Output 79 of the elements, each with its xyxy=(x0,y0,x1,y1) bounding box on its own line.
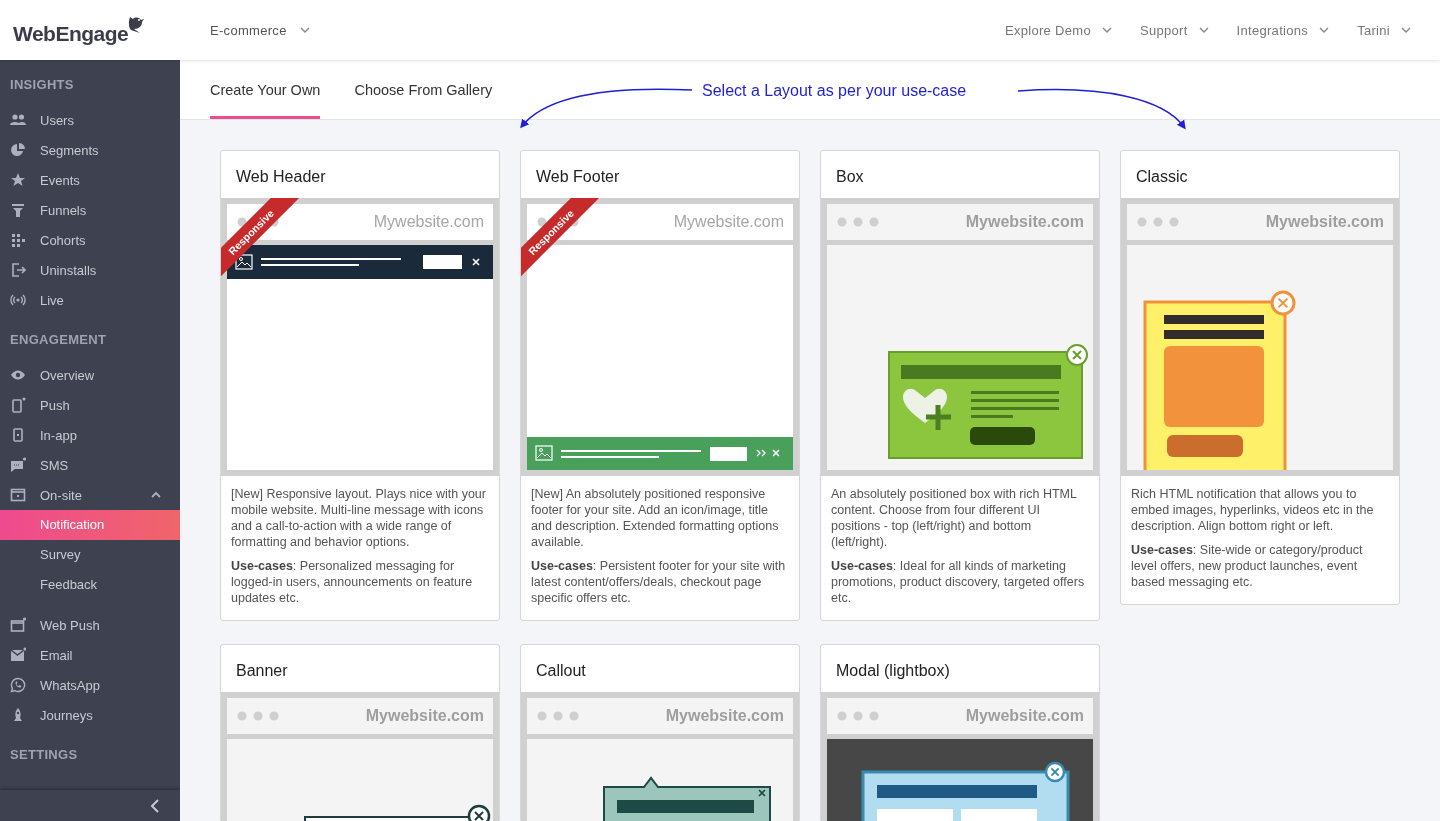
sidebar-item[interactable]: Segments xyxy=(0,135,180,165)
card-title: Web Header xyxy=(235,167,327,187)
annotation-text: Select a Layout as per your use-case xyxy=(702,82,967,100)
layout-card[interactable]: Modal (lightbox) Mywebsite.com xyxy=(820,644,1100,821)
card-description: [New] Responsive layout. Plays nice with your mobile website. Multi-line message with icons and a call-to-action with a wide range of formatting and behavior options. xyxy=(231,486,487,550)
nav-menu-item[interactable]: Integrations xyxy=(1236,22,1331,38)
tab[interactable]: Choose From Gallery xyxy=(354,60,493,119)
grid-icon xyxy=(10,232,26,248)
card-title: Banner xyxy=(235,661,289,681)
window-dots-icon xyxy=(237,711,279,721)
logo[interactable]: WebEngage xyxy=(13,14,210,46)
card-description: [New] An absolutely positioned responsive footer for your site. Add an icon/image, title and description. Extended formatting options available. xyxy=(531,486,780,550)
nav-menu-item[interactable]: Explore Demo xyxy=(1004,22,1113,38)
card-title: Modal (lightbox) xyxy=(835,661,951,681)
section-heading: INSIGHTS xyxy=(9,76,75,94)
project-dropdown[interactable]: E-commerce xyxy=(210,22,311,38)
sidebar-subitem[interactable]: Notification xyxy=(0,510,180,540)
sidebar-item[interactable]: WhatsApp xyxy=(0,670,180,700)
sidebar-item[interactable]: Overview xyxy=(0,360,180,390)
envelope-icon xyxy=(10,647,26,663)
sidebar-subitem[interactable]: Survey xyxy=(0,540,180,570)
layout-card[interactable] xyxy=(220,150,500,621)
card-title: Web Footer xyxy=(535,167,621,187)
card-title: Callout xyxy=(535,661,587,681)
card-description: Rich HTML notification that allows you to embed images, hyperlinks, videos etc in the description. Align bottom right or left. xyxy=(1131,486,1375,534)
sidebar-item[interactable]: Events xyxy=(0,165,180,195)
logo-text: WebEngage xyxy=(13,21,129,46)
phone-icon xyxy=(10,427,26,443)
phone-icon xyxy=(10,397,26,413)
sidebar-item[interactable]: In-app xyxy=(0,420,180,450)
chat-bubble-icon xyxy=(10,677,26,693)
sidebar-item[interactable]: Live xyxy=(0,285,180,315)
sidebar-item[interactable]: Uninstalls xyxy=(0,255,180,285)
sidebar-item[interactable]: SMS xyxy=(0,450,180,480)
people-icon xyxy=(10,112,26,128)
window-dots-icon xyxy=(537,711,579,721)
tab[interactable]: Create Your Own xyxy=(210,60,321,119)
use-cases-text: Use-cases: Ideal for all kinds of marketing promotions, product discovery, targeted offers etc. xyxy=(831,558,1086,606)
exit-icon xyxy=(10,262,26,278)
site-url: Mywebsite.com xyxy=(1265,213,1384,231)
nav-menu-item[interactable]: Support xyxy=(1139,22,1210,38)
card-description: An absolutely positioned box with rich HTML content. Choose from four different UI positions - top (left/right) and bottom (left/right). xyxy=(831,486,1078,550)
use-cases-text: Use-cases: Site-wide or category/product level offers, new product launches, event based messaging etc. xyxy=(1131,542,1364,590)
site-url: Mywebsite.com xyxy=(665,707,784,725)
section-heading: ENGAGEMENT xyxy=(9,331,108,349)
use-cases-text: Use-cases: Persistent footer for your site with latest content/offers/deals, checkout page specific offers etc. xyxy=(531,558,787,606)
sidebar-subitem[interactable]: Feedback xyxy=(0,570,180,600)
window-dots-icon xyxy=(837,711,879,721)
sidebar-item[interactable]: Email xyxy=(0,640,180,670)
card-title: Box xyxy=(835,167,865,187)
sidebar-item[interactable]: Web Push xyxy=(0,610,180,640)
window-dots-icon xyxy=(837,217,879,227)
chevron-left-icon xyxy=(150,798,160,813)
section-heading: SETTINGS xyxy=(9,746,79,764)
nav-menu-item[interactable]: Tarini xyxy=(1357,22,1412,38)
site-url: Mywebsite.com xyxy=(373,213,484,231)
sidebar-item[interactable]: Cohorts xyxy=(0,225,180,255)
sidebar-item[interactable]: Push xyxy=(0,390,180,420)
funnel-icon xyxy=(10,202,26,218)
site-url: Mywebsite.com xyxy=(965,707,1084,725)
window-icon xyxy=(10,617,26,633)
site-url: Mywebsite.com xyxy=(365,707,484,725)
sidebar-item[interactable]: On-site xyxy=(0,480,180,510)
broadcast-icon xyxy=(10,292,26,308)
site-url: Mywebsite.com xyxy=(965,213,1084,231)
use-cases-text: Use-cases: Personalized messaging for logged-in users, announcements on feature updates etc. xyxy=(231,558,474,606)
sidebar-item[interactable]: Funnels xyxy=(0,195,180,225)
sidebar-item[interactable]: Users xyxy=(0,105,180,135)
window-icon xyxy=(10,487,26,503)
sidebar-item[interactable]: Journeys xyxy=(0,700,180,730)
chat-icon xyxy=(10,457,26,473)
star-icon xyxy=(10,172,26,188)
pie-chart-icon xyxy=(10,142,26,158)
layout-card[interactable]: Callout Mywebsite.com xyxy=(520,644,800,821)
window-dots-icon xyxy=(1137,217,1179,227)
card-title: Classic xyxy=(1135,167,1189,187)
layout-card[interactable]: Banner Mywebsite.com xyxy=(220,644,500,821)
layout-card[interactable] xyxy=(1120,150,1400,605)
site-url: Mywebsite.com xyxy=(673,213,784,231)
